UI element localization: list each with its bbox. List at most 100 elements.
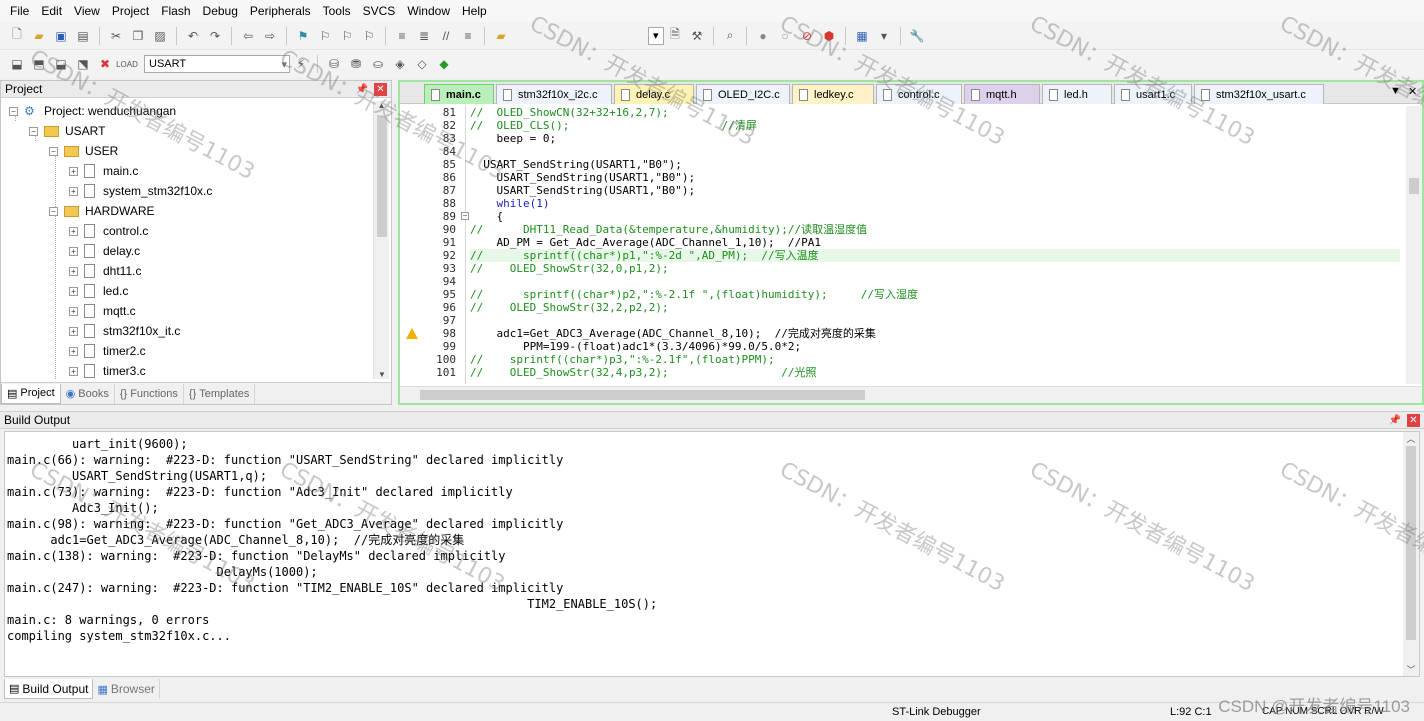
editor-horizontal-scrollbar[interactable] [400, 386, 1422, 403]
fold-icon[interactable]: − [461, 212, 469, 220]
tree-root[interactable]: − ⚙ Project: wenduchuangan [9, 101, 176, 121]
tab-list-icon[interactable]: ▼ [1390, 85, 1401, 97]
editor-tab-led[interactable]: led.h [1042, 84, 1112, 104]
tree-file[interactable]: + main.c [69, 161, 138, 181]
warning-icon[interactable] [406, 328, 418, 339]
close-icon[interactable]: ✕ [374, 82, 387, 96]
menu-tools[interactable]: Tools [317, 0, 357, 22]
build-output-scrollbar[interactable]: ︿ ﹀ [1403, 432, 1419, 676]
collapse-icon[interactable]: − [9, 106, 18, 116]
tab-templates[interactable]: {} Templates [184, 383, 256, 404]
menu-window[interactable]: Window [401, 0, 456, 22]
menu-help[interactable]: Help [456, 0, 493, 22]
find-combo-dropdown[interactable]: ▾ [648, 26, 664, 45]
zoom-icon[interactable]: ⌕ [721, 27, 739, 45]
expand-icon[interactable]: + [69, 226, 78, 236]
tree-file[interactable]: + delay.c [69, 241, 140, 261]
tab-build-output[interactable]: ▤ Build Output [4, 679, 94, 699]
nav-back-icon[interactable]: ⇦ [239, 27, 257, 45]
tree-file[interactable]: + mqtt.c [69, 301, 136, 321]
redo-icon[interactable]: ↷ [206, 27, 224, 45]
scrollbar-thumb[interactable] [377, 117, 387, 237]
tab-browser[interactable]: ▦ Browser [93, 679, 160, 699]
select-packs-icon[interactable]: ◇ [413, 55, 431, 73]
comment-icon[interactable]: // [437, 27, 455, 45]
expand-icon[interactable]: + [69, 366, 78, 376]
scroll-down-icon[interactable]: ▼ [374, 370, 390, 379]
incremental-find-icon[interactable]: ⚒ [688, 27, 706, 45]
bookmark-next-icon[interactable]: ⚐ [338, 27, 356, 45]
indent-icon[interactable]: ≡ [393, 27, 411, 45]
run-time-environment-icon[interactable]: ◆ [435, 55, 453, 73]
tree-target[interactable]: − USART [29, 121, 105, 141]
bookmark-prev-icon[interactable]: ⚐ [316, 27, 334, 45]
cut-icon[interactable]: ✂ [107, 27, 125, 45]
project-scrollbar[interactable]: ▲ ▼ [373, 101, 389, 379]
menu-edit[interactable]: Edit [35, 0, 68, 22]
menu-file[interactable]: File [4, 0, 35, 22]
find-icon[interactable]: 🗎 [666, 27, 684, 45]
editor-tab-mqtt[interactable]: mqtt.h [964, 84, 1040, 104]
editor-tab-usart[interactable]: stm32f10x_usart.c [1194, 84, 1324, 104]
editor-tab-oled[interactable]: OLED_I2C.c [696, 84, 790, 104]
collapse-icon[interactable]: − [49, 146, 58, 156]
scroll-down-icon[interactable]: ﹀ [1403, 663, 1419, 676]
menu-view[interactable]: View [68, 0, 106, 22]
file-extensions-icon[interactable]: ⛁ [325, 55, 343, 73]
close-icon[interactable]: ✕ [1407, 413, 1420, 427]
tab-project[interactable]: ▤ Project [1, 383, 61, 404]
expand-icon[interactable]: + [69, 346, 78, 356]
editor-vertical-scrollbar[interactable] [1406, 106, 1422, 384]
tree-file[interactable]: + timer2.c [69, 341, 146, 361]
new-file-icon[interactable]: 🗋 [8, 27, 26, 45]
tree-file[interactable]: + timer3.c [69, 361, 146, 379]
bookmark-icon[interactable]: ⚑ [294, 27, 312, 45]
debug-start-icon[interactable]: ● [754, 27, 772, 45]
scroll-up-icon[interactable]: ︿ [1403, 432, 1419, 445]
breakpoint-kill-icon[interactable]: ⬢ [820, 27, 838, 45]
expand-icon[interactable]: + [69, 286, 78, 296]
expand-icon[interactable]: + [69, 326, 78, 336]
expand-icon[interactable]: + [69, 266, 78, 276]
tree-group-user[interactable]: − USER [49, 141, 118, 161]
translate-icon[interactable]: ⬓ [8, 55, 26, 73]
build-output-body[interactable]: uart_init(9600); main.c(66): warning: #2… [4, 431, 1420, 677]
pin-icon[interactable]: 📌 [356, 84, 368, 95]
editor-tab-delay[interactable]: delay.c [614, 84, 694, 104]
uncomment-icon[interactable]: ≡ [459, 27, 477, 45]
expand-icon[interactable]: + [69, 306, 78, 316]
pin-icon[interactable]: 📌 [1389, 415, 1401, 426]
editor-tab-i2c[interactable]: stm32f10x_i2c.c [496, 84, 612, 104]
menu-svcs[interactable]: SVCS [357, 0, 402, 22]
stop-build-icon[interactable]: ✖ [96, 55, 114, 73]
expand-icon[interactable]: + [69, 166, 78, 176]
scroll-up-icon[interactable]: ▲ [374, 101, 389, 110]
scrollbar-thumb[interactable] [420, 390, 865, 400]
paste-icon[interactable]: ▨ [151, 27, 169, 45]
save-all-icon[interactable]: ▤ [74, 27, 92, 45]
tree-file[interactable]: + led.c [69, 281, 128, 301]
find-in-files-icon[interactable]: ▰ [492, 27, 510, 45]
window-layout-icon[interactable]: ▦ [853, 27, 871, 45]
tree-file[interactable]: + dht11.c [69, 261, 141, 281]
copy-icon[interactable]: ❐ [129, 27, 147, 45]
menu-peripherals[interactable]: Peripherals [244, 0, 317, 22]
expand-icon[interactable]: + [69, 246, 78, 256]
open-folder-icon[interactable]: ▰ [30, 27, 48, 45]
tab-books[interactable]: ◉ Books [61, 383, 115, 404]
window-layout-dropdown-icon[interactable]: ▾ [875, 27, 893, 45]
tree-file[interactable]: + stm32f10x_it.c [69, 321, 180, 341]
editor-tab-control[interactable]: control.c [876, 84, 962, 104]
tab-functions[interactable]: {} Functions [115, 383, 184, 404]
build-icon[interactable]: ⬒ [30, 55, 48, 73]
menu-flash[interactable]: Flash [155, 0, 196, 22]
breakpoint-disable-icon[interactable]: ⊘ [798, 27, 816, 45]
download-icon[interactable]: LOAD [116, 55, 138, 73]
expand-icon[interactable]: + [69, 186, 78, 196]
nav-forward-icon[interactable]: ⇨ [261, 27, 279, 45]
target-select[interactable]: USART ▾ [144, 55, 290, 73]
manage-components-icon[interactable]: ⛃ [347, 55, 365, 73]
batch-build-icon[interactable]: ⬔ [74, 55, 92, 73]
code-area[interactable]: // OLED_ShowCN(32+32+16,2,7); // OLED_CL… [470, 106, 1400, 384]
unindent-icon[interactable]: ≣ [415, 27, 433, 45]
